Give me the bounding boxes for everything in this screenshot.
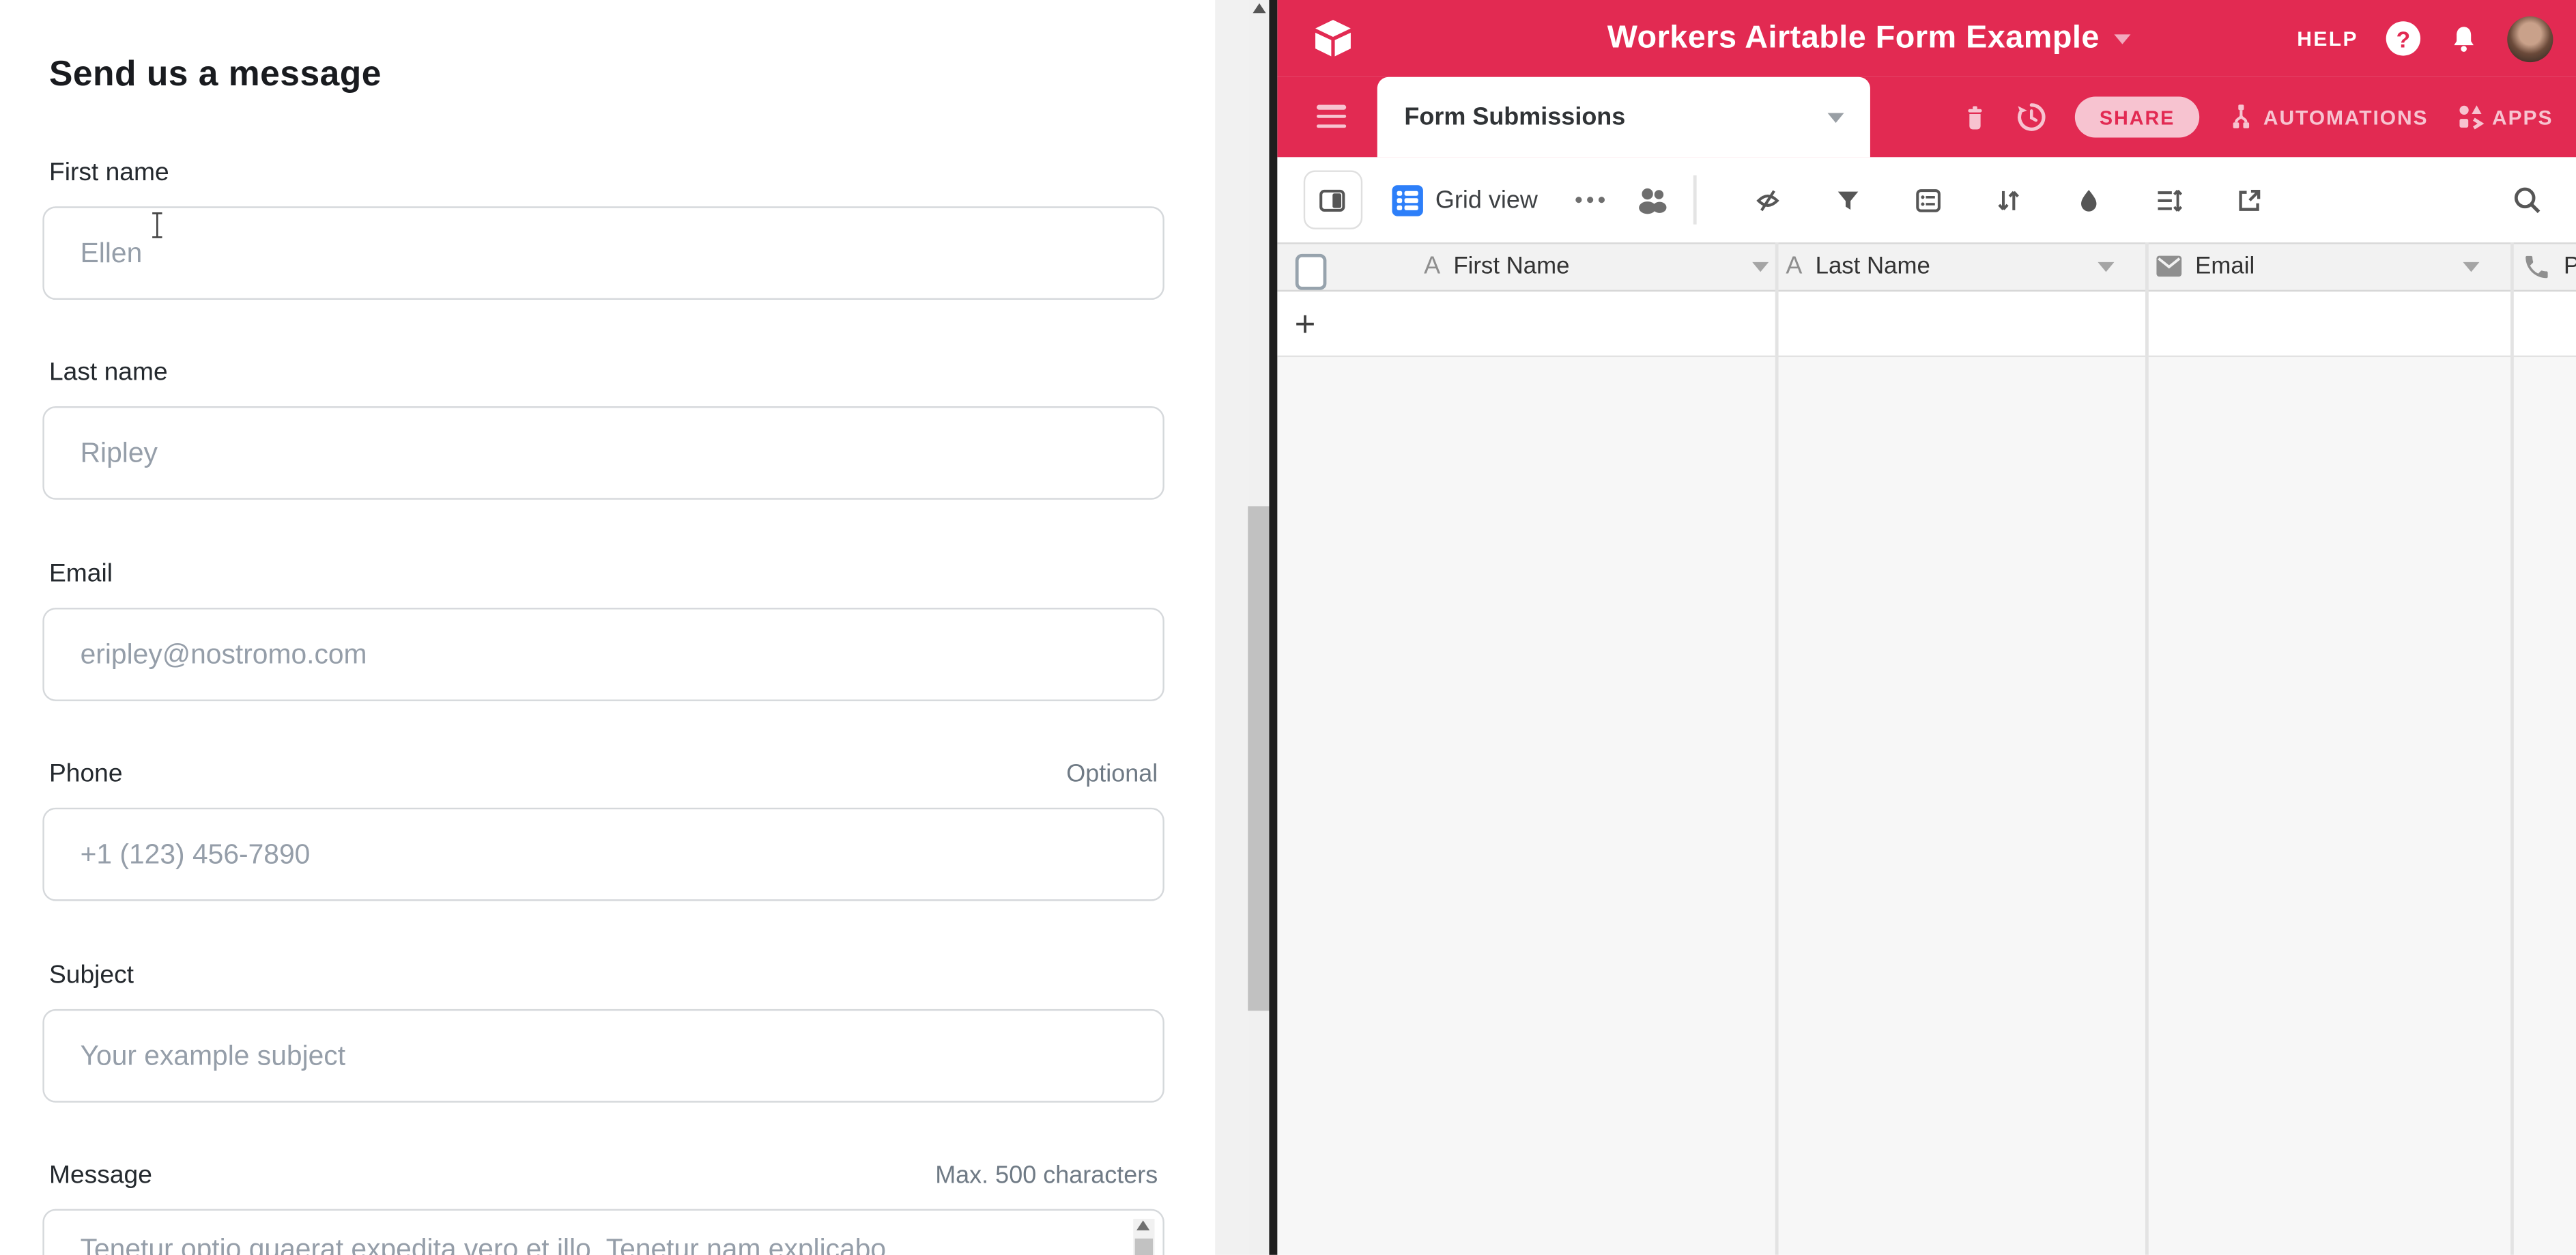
page-scrollbar-thumb[interactable] [1248, 506, 1269, 1011]
filter-icon[interactable] [1833, 186, 1861, 214]
first-name-label: First name [49, 159, 169, 188]
first-name-input[interactable] [42, 206, 1164, 300]
group-icon[interactable] [1914, 186, 1942, 214]
view-name[interactable]: Grid view [1435, 186, 1538, 214]
phone-input[interactable] [42, 808, 1164, 901]
last-name-label: Last name [49, 358, 168, 388]
email-label: Email [49, 561, 113, 590]
message-scrollbar[interactable] [1133, 1219, 1154, 1255]
color-icon[interactable] [2074, 186, 2102, 214]
row-height-icon[interactable] [2154, 186, 2182, 214]
form-title: Send us a message [49, 54, 382, 95]
caret-down-icon [2114, 33, 2130, 43]
automations-icon [2227, 103, 2255, 131]
phone-optional-hint: Optional [1066, 760, 1158, 788]
hide-fields-icon[interactable] [1753, 186, 1781, 214]
tab-label: Form Submissions [1404, 103, 1625, 131]
collaborators-icon[interactable] [1636, 185, 1669, 214]
search-button[interactable] [2512, 157, 2543, 242]
avatar[interactable] [2507, 16, 2553, 61]
text-field-type-icon: A [1786, 252, 1802, 280]
field-last-name: Last name [42, 358, 1164, 499]
subject-input[interactable] [42, 1009, 1164, 1103]
scroll-up-icon[interactable] [1136, 1220, 1149, 1230]
page-scroll-up-icon[interactable] [1253, 3, 1265, 13]
phone-field-type-icon [2521, 251, 2551, 281]
airtable-tab-bar: Form Submissions SHARE [1276, 77, 2576, 158]
sort-icon[interactable] [1994, 186, 2022, 214]
subject-label: Subject [49, 961, 134, 991]
field-subject: Subject [42, 961, 1164, 1102]
apps-button[interactable]: APPS [2456, 103, 2553, 131]
share-button[interactable]: SHARE [2075, 97, 2199, 138]
column-menu-caret-icon[interactable] [1751, 262, 1768, 271]
toolbar-divider [1693, 175, 1696, 225]
trash-icon[interactable] [1962, 102, 1988, 132]
last-name-input[interactable] [42, 406, 1164, 500]
screen: Send us a message First name Last name E… [0, 0, 2576, 1255]
email-input[interactable] [42, 608, 1164, 701]
field-first-name: First name [42, 159, 1164, 300]
airtable-top-bar: Workers Airtable Form Example HELP ? [1276, 0, 2576, 77]
grid-view-icon[interactable] [1391, 184, 1422, 216]
base-title-wrap[interactable]: Workers Airtable Form Example [1522, 0, 2216, 77]
top-bar-actions: HELP ? [2297, 0, 2553, 77]
column-divider[interactable] [2145, 242, 2148, 1255]
field-email: Email [42, 561, 1164, 701]
column-header-phone[interactable]: P [2521, 244, 2576, 288]
view-sidebar-toggle-button[interactable] [1303, 171, 1362, 229]
history-icon[interactable] [2016, 102, 2048, 133]
email-field-type-icon [2154, 254, 2182, 279]
automations-label: AUTOMATIONS [2263, 106, 2429, 129]
message-text: Tenetur optio quaerat expedita vero et i… [81, 1234, 887, 1255]
open-view-icon[interactable] [2235, 186, 2263, 214]
table-header: A First Name A Last Name Email [1276, 242, 2576, 292]
page-margin-strip [1215, 0, 1248, 1255]
message-label: Message [49, 1161, 152, 1191]
menu-icon[interactable] [1316, 105, 1345, 128]
base-title[interactable]: Workers Airtable Form Example [1607, 20, 2100, 57]
select-all-checkbox[interactable] [1295, 253, 1326, 290]
column-header-first-name[interactable]: A First Name [1424, 244, 1768, 288]
tab-form-submissions[interactable]: Form Submissions [1377, 77, 1870, 158]
message-max-hint: Max. 500 characters [935, 1161, 1158, 1189]
bell-icon[interactable] [2448, 22, 2480, 55]
message-textarea[interactable]: Tenetur optio quaerat expedita vero et i… [42, 1209, 1164, 1255]
phone-label: Phone [49, 760, 123, 789]
more-options-icon[interactable] [1574, 195, 1607, 205]
view-config-icons [1753, 186, 2262, 214]
field-message: Message Max. 500 characters Tenetur opti… [42, 1161, 1164, 1255]
column-menu-caret-icon[interactable] [2462, 262, 2478, 271]
column-header-last-name[interactable]: A Last Name [1786, 244, 2113, 288]
search-icon [2512, 184, 2543, 216]
chevron-down-icon[interactable] [1827, 112, 1843, 122]
sidebar-toggle-icon [1318, 186, 1346, 214]
message-scroll-thumb[interactable] [1135, 1239, 1153, 1255]
add-row-strip[interactable]: + [1276, 292, 2576, 357]
tab-bar-actions: SHARE AUTOMATIONS [1962, 77, 2553, 158]
view-toolbar: Grid view [1276, 157, 2576, 242]
apps-icon [2456, 103, 2484, 131]
airtable-logo[interactable] [1311, 16, 1354, 61]
field-phone: Phone Optional [42, 760, 1164, 901]
contact-form-pane: Send us a message First name Last name E… [0, 0, 1215, 1255]
column-header-email[interactable]: Email [2154, 244, 2478, 288]
window-divider [1269, 0, 1276, 1255]
column-divider[interactable] [2510, 242, 2513, 1255]
help-circle-icon[interactable]: ? [2386, 21, 2420, 55]
column-divider[interactable] [1775, 242, 1778, 1255]
automations-button[interactable]: AUTOMATIONS [2227, 103, 2428, 131]
help-button[interactable]: HELP [2297, 27, 2358, 51]
column-menu-caret-icon[interactable] [2097, 262, 2113, 271]
add-record-button[interactable]: + [1295, 303, 1316, 346]
airtable-window: Workers Airtable Form Example HELP ? For… [1276, 0, 2576, 1255]
apps-label: APPS [2492, 106, 2553, 129]
text-field-type-icon: A [1424, 252, 1440, 280]
